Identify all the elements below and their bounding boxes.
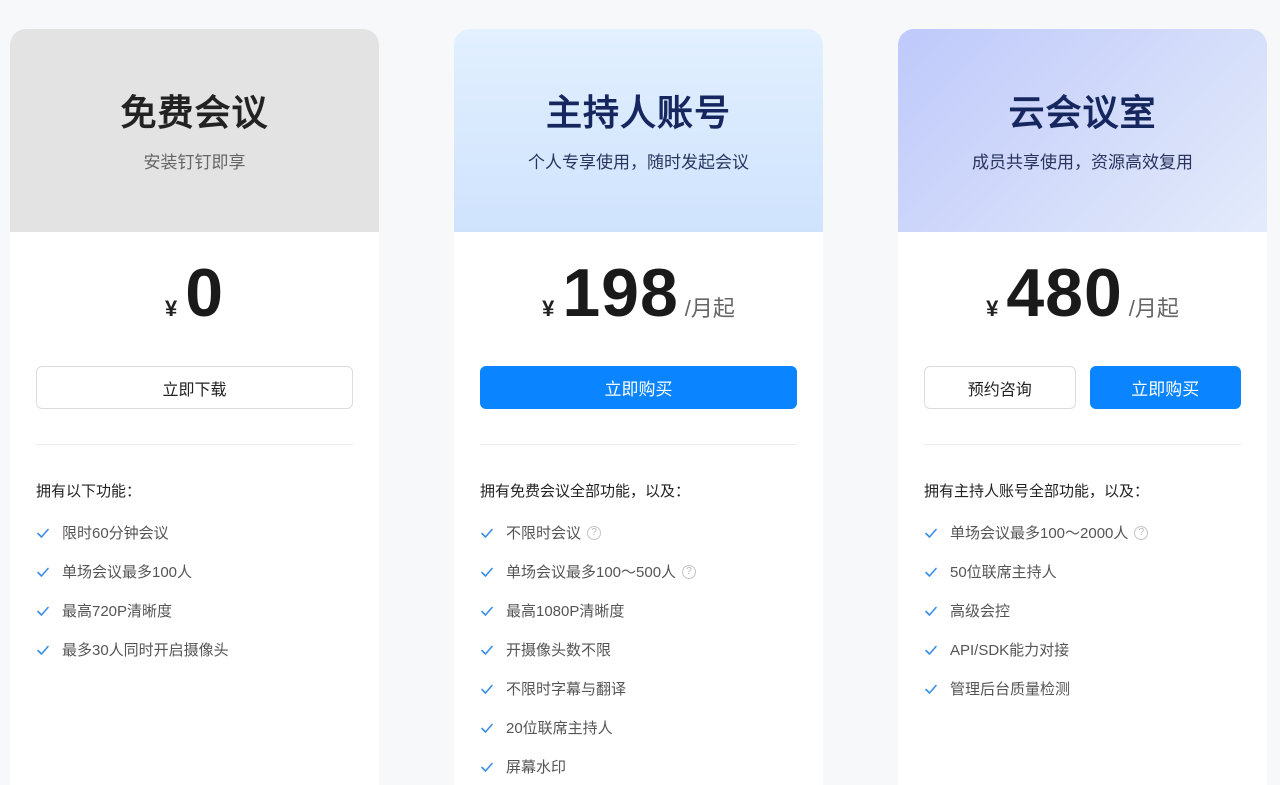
check-icon (925, 567, 937, 577)
check-icon (481, 606, 493, 616)
feature-text: 单场会议最多100人 (62, 564, 193, 581)
feature-text: 限时60分钟会议 (62, 525, 169, 542)
plan-header: 云会议室 成员共享使用，资源高效复用 (898, 29, 1267, 232)
feature-text: 最高720P清晰度 (62, 603, 173, 620)
price-amount: 198 (562, 255, 679, 331)
feature-item: 单场会议最多100～2000人 ? (924, 513, 1241, 552)
feature-text: 屏幕水印 (506, 759, 567, 776)
feature-text: API/SDK能力对接 (950, 642, 1070, 659)
feature-item: 高级会控 (924, 591, 1241, 630)
feature-text: 50位联席主持人 (950, 564, 1057, 581)
check-icon (925, 645, 937, 655)
plan-name: 主持人账号 (545, 92, 731, 133)
feature-text: 最高1080P清晰度 (506, 603, 625, 620)
feature-text: 不限时字幕与翻译 (506, 681, 627, 698)
feature-list: 不限时会议 ? 单场会议最多100～500人 ? 最高1080P清晰度 开摄像头… (480, 513, 797, 785)
feature-text: 开摄像头数不限 (506, 642, 612, 659)
plan-actions: 立即购买 (480, 366, 797, 409)
feature-item: 20位联席主持人 (480, 708, 797, 747)
plan-name: 云会议室 (1008, 92, 1157, 133)
plan-card-host: 主持人账号 个人专享使用，随时发起会议 ¥ 198 /月起 立即购买 拥有免费会… (454, 29, 823, 785)
feature-item: 最多30人同时开启摄像头 (36, 630, 353, 669)
feature-text: 最多30人同时开启摄像头 (62, 642, 229, 659)
check-icon (925, 528, 937, 538)
feature-item: 单场会议最多100～500人 ? (480, 552, 797, 591)
feature-text: 20位联席主持人 (506, 720, 613, 737)
plan-header: 主持人账号 个人专享使用，随时发起会议 (454, 29, 823, 232)
currency-symbol: ¥ (164, 296, 178, 321)
feature-item: 最高720P清晰度 (36, 591, 353, 630)
check-icon (481, 528, 493, 538)
feature-text: 不限时会议 (506, 525, 582, 542)
feature-item: 最高1080P清晰度 (480, 591, 797, 630)
help-icon[interactable]: ? (1134, 525, 1149, 540)
feature-item: 屏幕水印 (480, 747, 797, 785)
plan-subtitle: 个人专享使用，随时发起会议 (528, 153, 749, 172)
plan-card-free: 免费会议 安装钉钉即享 ¥ 0 立即下载 拥有以下功能： 限时60分钟会议 单场… (10, 29, 379, 785)
check-icon (481, 567, 493, 577)
price-unit: /月起 (684, 296, 735, 321)
price-row: ¥ 0 (10, 258, 379, 328)
check-icon (481, 684, 493, 694)
currency-symbol: ¥ (542, 296, 555, 321)
check-icon (481, 723, 493, 733)
feature-item: 开摄像头数不限 (480, 630, 797, 669)
features-title: 拥有免费会议全部功能，以及： (480, 483, 691, 500)
feature-item: 50位联席主持人 (924, 552, 1241, 591)
plan-card-cloud-room: 云会议室 成员共享使用，资源高效复用 ¥ 480 /月起 预约咨询 立即购买 拥… (898, 29, 1267, 785)
features-title: 拥有主持人账号全部功能，以及： (924, 483, 1150, 500)
pricing-board: 免费会议 安装钉钉即享 ¥ 0 立即下载 拥有以下功能： 限时60分钟会议 单场… (0, 0, 1280, 785)
divider (36, 444, 353, 445)
feature-text: 单场会议最多100～2000人 (950, 525, 1129, 542)
price-unit: /月起 (1128, 296, 1179, 321)
price-row: ¥ 480 /月起 (898, 258, 1267, 328)
plan-name: 免费会议 (120, 92, 269, 133)
currency-symbol: ¥ (986, 296, 999, 321)
plan-actions: 预约咨询 立即购买 (924, 366, 1241, 409)
divider (480, 444, 797, 445)
feature-text: 管理后台质量检测 (950, 681, 1071, 698)
feature-item: 不限时字幕与翻译 (480, 669, 797, 708)
feature-item: 不限时会议 ? (480, 513, 797, 552)
feature-item: 管理后台质量检测 (924, 669, 1241, 708)
plan-subtitle: 成员共享使用，资源高效复用 (972, 153, 1193, 172)
feature-text: 高级会控 (950, 603, 1011, 620)
buy-now-button[interactable]: 立即购买 (480, 366, 797, 409)
feature-item: API/SDK能力对接 (924, 630, 1241, 669)
check-icon (37, 528, 49, 538)
feature-list: 单场会议最多100～2000人 ? 50位联席主持人 高级会控 API/SDK能… (924, 513, 1241, 708)
check-icon (37, 606, 49, 616)
plan-subtitle: 安装钉钉即享 (143, 153, 246, 172)
consult-button[interactable]: 预约咨询 (924, 366, 1076, 409)
check-icon (37, 645, 49, 655)
check-icon (925, 684, 937, 694)
buy-now-button[interactable]: 立即购买 (1089, 366, 1241, 409)
plan-actions: 立即下载 (36, 366, 353, 409)
help-icon[interactable]: ? (587, 525, 602, 540)
download-button[interactable]: 立即下载 (36, 366, 353, 409)
check-icon (925, 606, 937, 616)
check-icon (37, 567, 49, 577)
price-amount: 0 (185, 255, 225, 331)
price-amount: 480 (1006, 255, 1123, 331)
help-icon[interactable]: ? (682, 564, 697, 579)
feature-text: 单场会议最多100～500人 (506, 564, 677, 581)
check-icon (481, 645, 493, 655)
features-title: 拥有以下功能： (36, 483, 142, 500)
feature-item: 限时60分钟会议 (36, 513, 353, 552)
price-row: ¥ 198 /月起 (454, 258, 823, 328)
feature-list: 限时60分钟会议 单场会议最多100人 最高720P清晰度 最多30人同时开启摄… (36, 513, 353, 669)
feature-item: 单场会议最多100人 (36, 552, 353, 591)
divider (924, 444, 1241, 445)
plan-header: 免费会议 安装钉钉即享 (10, 29, 379, 232)
check-icon (481, 762, 493, 772)
